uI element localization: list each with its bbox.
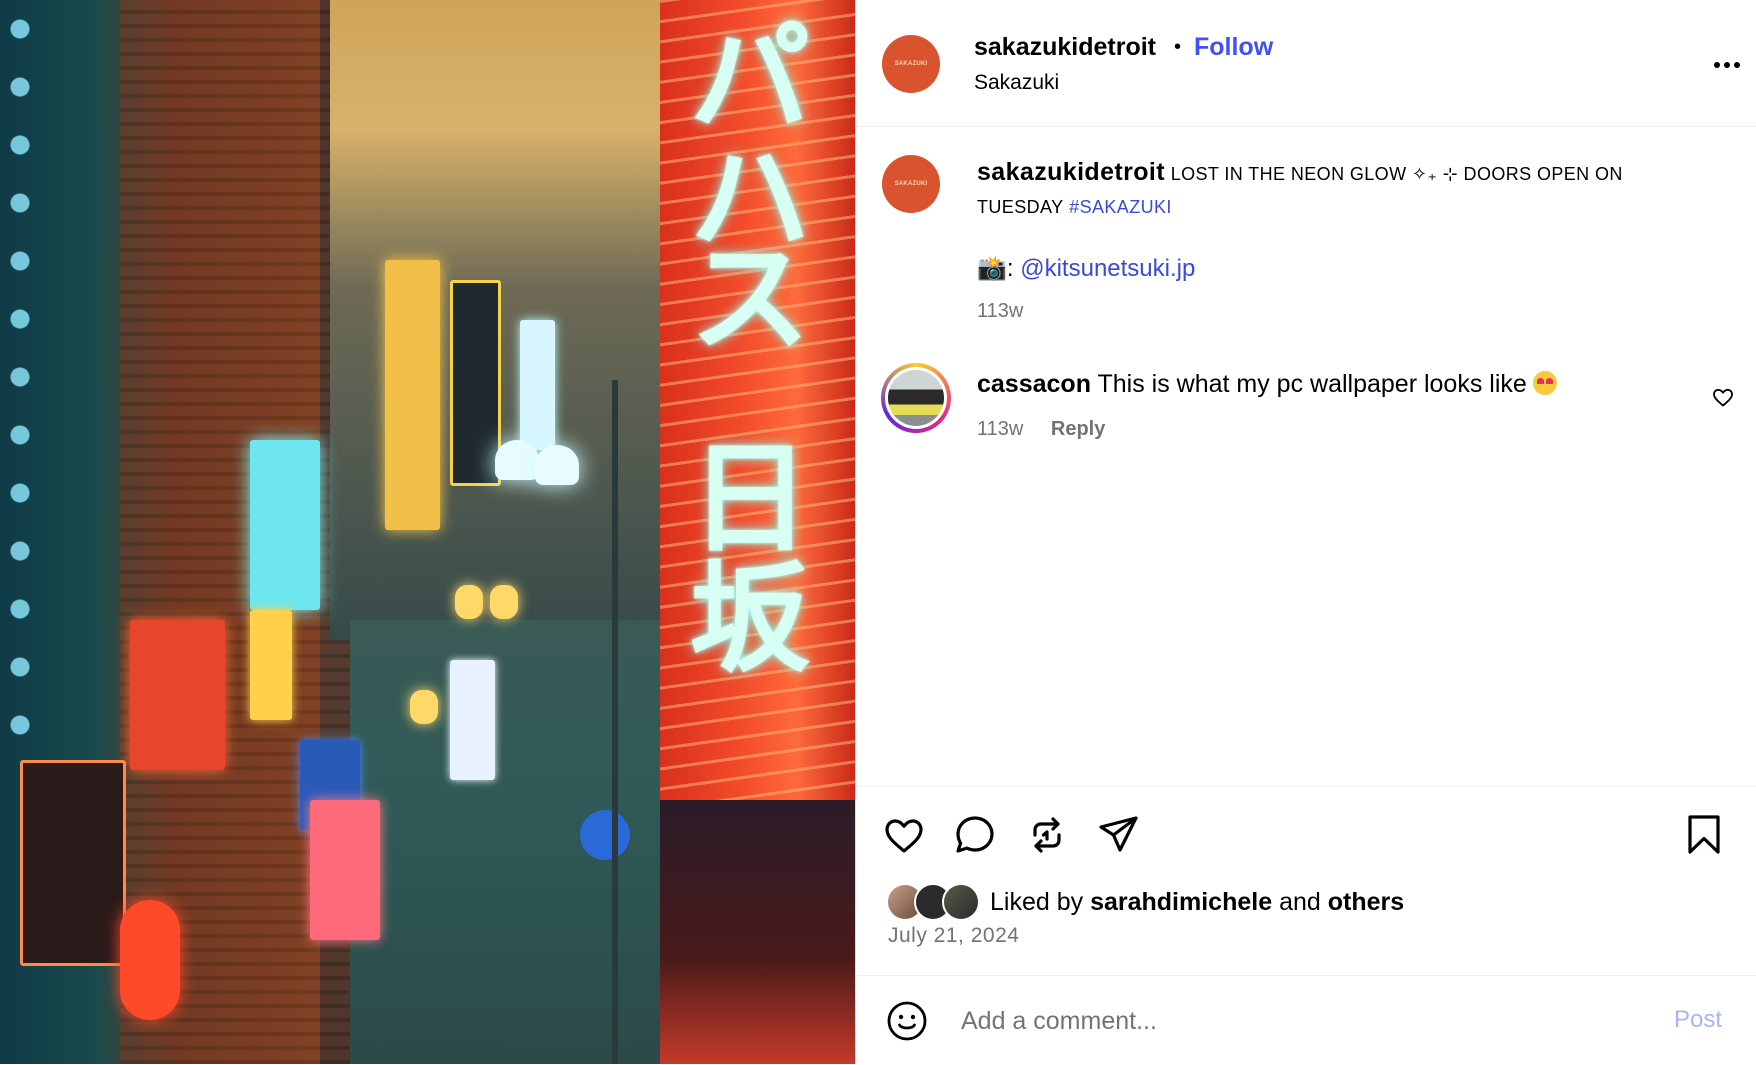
post-photo[interactable]: パ ハ ス 日 坂 (0, 0, 855, 1064)
photo-sign (310, 800, 380, 940)
comment-meta: 113w Reply (977, 418, 1105, 441)
photo-lower-right (660, 800, 855, 1064)
comment-like-heart-icon[interactable] (1711, 385, 1735, 409)
follow-button[interactable]: Follow (1194, 33, 1273, 62)
add-comment-bar: Post (856, 975, 1756, 1065)
photo-sign (385, 260, 440, 530)
comment-bubble-icon[interactable] (953, 813, 997, 857)
photo-sign (450, 660, 495, 780)
photo-sign (520, 320, 555, 450)
reply-button[interactable]: Reply (1051, 418, 1105, 440)
post-actions-bar (856, 786, 1756, 887)
heart-icon[interactable] (882, 813, 926, 857)
liked-by-row[interactable]: Liked by sarahdimichele and others (886, 882, 1404, 922)
photo-lantern (410, 690, 438, 724)
post-header: SAKAZUKI sakazukidetroit • Follow Sakazu… (856, 0, 1756, 127)
repost-icon[interactable] (1025, 813, 1069, 857)
credit-mention-link[interactable]: @kitsunetsuki.jp (1020, 255, 1195, 282)
post-date[interactable]: July 21, 2024 (888, 924, 1019, 948)
post-caption: sakazukidetroit LOST IN THE NEON GLOW ✧₊… (977, 156, 1677, 224)
caption-hashtag[interactable]: #SAKAZUKI (1069, 197, 1172, 217)
comment-timestamp[interactable]: 113w (977, 418, 1023, 440)
photo-neon-glyph: 日 (690, 430, 810, 569)
photo-sign (250, 610, 292, 720)
photo-street-pole (612, 380, 618, 1064)
liked-by-user[interactable]: sarahdimichele (1090, 888, 1272, 916)
photo-neon-glyph: パ (690, 10, 810, 149)
avatar-logo-text: SAKAZUKI (894, 61, 928, 67)
comment-input[interactable] (959, 998, 1643, 1044)
photo-sign (250, 440, 320, 610)
caption-username[interactable]: sakazukidetroit (977, 158, 1165, 186)
photo-street (350, 620, 680, 1064)
liker-avatar (942, 883, 980, 921)
avatar[interactable]: SAKAZUKI (882, 35, 940, 93)
caption-avatar[interactable]: SAKAZUKI (882, 155, 940, 213)
photo-street-lamp (535, 445, 579, 485)
photo-lantern-red (120, 900, 180, 1020)
photo-neon-glyph: ス (690, 230, 810, 369)
comment-text: This is what my pc wallpaper looks like (1097, 370, 1527, 398)
photo-sign (20, 760, 126, 966)
comment-item: cassacon This is what my pc wallpaper lo… (977, 370, 1557, 399)
bookmark-icon[interactable] (1682, 813, 1726, 857)
more-options-icon[interactable] (1714, 50, 1754, 80)
photo-street-lamp (495, 440, 539, 480)
header-username[interactable]: sakazukidetroit (974, 33, 1156, 62)
photo-light-dots (0, 0, 40, 760)
send-icon[interactable] (1096, 813, 1140, 857)
header-separator: • (1174, 36, 1182, 58)
avatar-logo-text: SAKAZUKI (894, 181, 928, 187)
post-side-panel: SAKAZUKI sakazukidetroit • Follow Sakazu… (855, 0, 1756, 1064)
photo-credit: 📸: @kitsunetsuki.jp (977, 254, 1195, 283)
liked-by-text: Liked by sarahdimichele and others (990, 887, 1405, 916)
photo-lantern (455, 585, 483, 619)
photo-sign (130, 620, 225, 770)
header-location[interactable]: Sakazuki (974, 71, 1059, 95)
comment-username[interactable]: cassacon (977, 370, 1091, 398)
post-comment-button[interactable]: Post (1674, 1006, 1722, 1034)
photo-sign (450, 280, 501, 486)
photo-neon-glyph: 坂 (690, 550, 810, 689)
camera-emoji: 📸: (977, 255, 1014, 282)
liked-by-others[interactable]: others (1328, 888, 1404, 916)
photo-road-sign (580, 810, 630, 860)
caption-timestamp[interactable]: 113w (977, 300, 1023, 323)
emoji-picker-icon[interactable] (886, 1000, 928, 1042)
photo-lantern (490, 585, 518, 619)
heart-eyes-emoji (1532, 371, 1557, 395)
commenter-avatar[interactable] (881, 363, 951, 433)
